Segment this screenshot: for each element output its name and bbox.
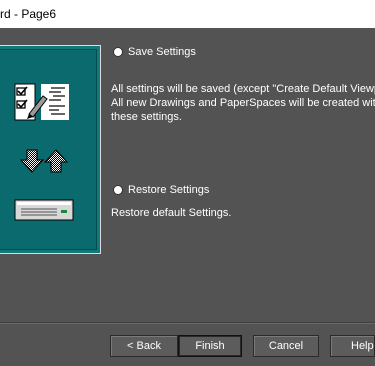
storage-device-icon: [14, 199, 74, 221]
illustration-panel: [0, 49, 97, 250]
finish-button[interactable]: Finish: [178, 335, 242, 357]
restore-settings-radio[interactable]: [113, 185, 123, 195]
back-button[interactable]: < Back: [110, 335, 178, 357]
wizard-illustration: [0, 45, 101, 254]
save-settings-option[interactable]: Save Settings: [113, 46, 196, 58]
checklist-pen-icon: [14, 83, 69, 121]
save-settings-radio[interactable]: [113, 47, 123, 57]
title-bar: rd - Page6: [0, 0, 375, 28]
illustration-svg: [14, 83, 74, 221]
save-desc-line2: All new Drawings and PaperSpaces will be…: [111, 97, 375, 109]
restore-desc-line1: Restore default Settings.: [111, 207, 232, 219]
button-separator-highlight: [0, 323, 375, 324]
restore-settings-label: Restore Settings: [128, 184, 210, 196]
save-settings-label: Save Settings: [128, 46, 196, 58]
window-title: rd - Page6: [0, 7, 57, 21]
restore-settings-option[interactable]: Restore Settings: [113, 184, 209, 196]
save-desc-line1: All settings will be saved (except "Crea…: [111, 83, 375, 95]
save-settings-description: All settings will be saved (except "Crea…: [111, 82, 375, 124]
help-button[interactable]: Help: [330, 335, 375, 357]
cancel-button[interactable]: Cancel: [253, 335, 319, 357]
up-down-arrows-icon: [19, 149, 69, 173]
save-desc-line3: these settings.: [111, 111, 182, 123]
restore-settings-description: Restore default Settings.: [111, 206, 231, 220]
